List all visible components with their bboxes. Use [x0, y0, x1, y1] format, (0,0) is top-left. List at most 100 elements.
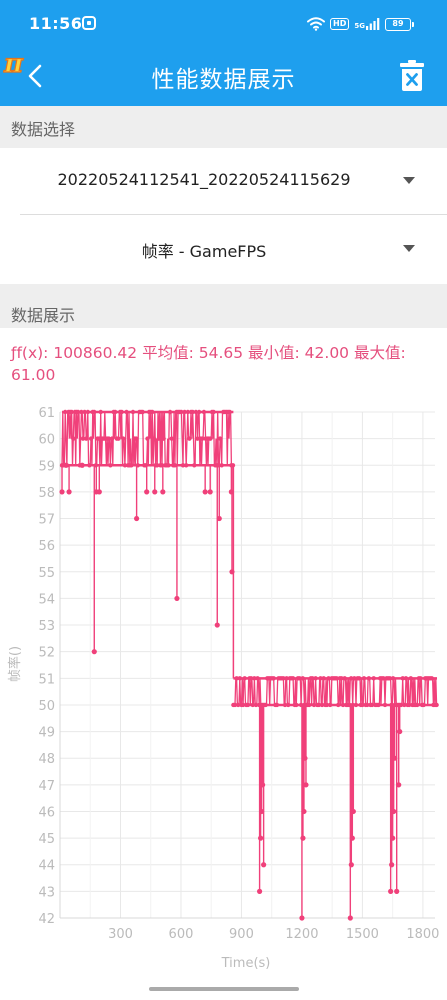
y-tick-label: 51: [38, 672, 55, 687]
file-select-value: 20220524112541_20220524115629: [57, 170, 351, 189]
chart-series: [59, 409, 439, 921]
spike-point: [299, 915, 305, 921]
app-toolbar: π 性能数据展示: [0, 46, 447, 106]
spike-point: [302, 755, 308, 761]
spike-point: [347, 915, 353, 921]
notification-app-icon: [82, 16, 96, 30]
signal-icon: 5G: [354, 18, 380, 30]
chart-axes: 42 43 44 45 46 47 48 49 50 51 52 53 54 55 56 57 58 59 60 61…: [38, 406, 439, 942]
spike-point: [256, 888, 263, 894]
spike-point: [301, 808, 307, 815]
spike-point: [79, 462, 85, 468]
y-tick-label: 42: [38, 912, 55, 927]
battery-icon: 89: [385, 17, 414, 31]
x-tick-label: 600: [169, 927, 194, 942]
spike-point: [349, 835, 355, 841]
y-tick-label: 53: [38, 619, 55, 634]
x-tick-label: 1200: [285, 927, 318, 942]
spike-point: [303, 782, 309, 788]
y-tick-label: 47: [38, 779, 55, 794]
x-tick-label: 900: [229, 927, 254, 942]
spike-point: [160, 489, 166, 495]
y-tick-label: 57: [38, 513, 55, 528]
data-point: [145, 436, 150, 441]
y-tick-label: 45: [38, 832, 55, 847]
wifi-icon: [307, 17, 326, 31]
y-tick-label: 61: [38, 406, 55, 421]
spike-point: [214, 622, 220, 628]
y-tick-label: 46: [38, 805, 55, 820]
y-tick-label: 59: [38, 459, 55, 474]
section-header-data-display: 数据展示: [0, 284, 447, 328]
spike-point: [394, 888, 400, 894]
x-tick-label: 1800: [406, 927, 439, 942]
spike-point: [390, 835, 396, 841]
data-point: [208, 436, 213, 441]
y-tick-label: 60: [38, 433, 55, 448]
spike-point: [59, 489, 65, 495]
data-point: [88, 436, 94, 441]
y-tick-label: 48: [38, 752, 55, 767]
y-tick-label: 49: [38, 726, 55, 741]
home-indicator[interactable]: [149, 987, 299, 991]
spike-point: [63, 462, 69, 468]
y-axis-label: 帧率(): [7, 646, 23, 682]
y-tick-label: 50: [38, 699, 55, 714]
data-point: [187, 436, 192, 441]
data-point: [161, 436, 166, 441]
hd-icon: HD: [330, 18, 350, 30]
spike-point: [397, 728, 403, 735]
spike-point: [91, 649, 97, 655]
y-tick-label: 55: [38, 566, 55, 581]
metric-select-dropdown[interactable]: 帧率 - GameFPS: [0, 216, 447, 282]
file-select-dropdown[interactable]: 20220524112541_20220524115629: [0, 148, 447, 214]
spike-point: [388, 888, 394, 894]
spike-point: [144, 489, 150, 495]
chart-grid: [60, 411, 435, 919]
spike-point: [96, 489, 102, 495]
spike-point: [207, 489, 213, 495]
x-tick-label: 1500: [346, 927, 379, 942]
page-title: 性能数据展示: [151, 67, 296, 93]
spike-point: [389, 862, 395, 868]
spike-point: [260, 782, 266, 788]
spike-point: [396, 782, 402, 788]
spike-point: [152, 489, 158, 495]
data-point: [169, 436, 174, 441]
status-time: 11:56: [29, 14, 83, 33]
x-axis-label: Time(s): [221, 956, 271, 971]
spike-point: [134, 515, 140, 522]
spike-point: [229, 569, 235, 575]
divider: [20, 214, 447, 215]
trash-icon: [400, 60, 424, 91]
y-tick-label: 43: [38, 885, 55, 900]
spike-point: [202, 489, 208, 495]
data-point: [151, 436, 157, 441]
spike-point: [216, 515, 222, 522]
spike-point: [348, 862, 354, 868]
spike-point: [300, 835, 306, 841]
status-bar: 11:56 HD 5G 89: [0, 0, 447, 46]
y-tick-label: 58: [38, 486, 55, 501]
spike-point: [261, 862, 267, 868]
series-band-1: [233, 677, 438, 706]
y-tick-label: 44: [38, 859, 55, 874]
caret-down-icon: [403, 245, 415, 252]
spike-point: [174, 595, 180, 602]
section-header-data-select: 数据选择: [0, 106, 447, 148]
spike-point: [350, 808, 356, 815]
data-point: [84, 436, 89, 441]
data-point: [71, 436, 76, 441]
delete-button[interactable]: [398, 59, 426, 93]
fps-line-chart[interactable]: 42 43 44 45 46 47 48 49 50 51 52 53 54 55 56 57 58 59 60 61…: [0, 390, 447, 980]
network-type: 5G: [354, 22, 365, 30]
spike-point: [66, 489, 72, 495]
data-point: [116, 436, 121, 441]
data-point: [109, 436, 115, 441]
spike-point: [258, 835, 264, 841]
y-tick-label: 54: [38, 592, 55, 607]
app-screen: 11:56 HD 5G 89 π 性能数据展示 数据选择 20220524112…: [0, 0, 447, 1000]
x-tick-label: 300: [108, 927, 133, 942]
data-point: [121, 436, 126, 441]
data-point: [217, 436, 223, 441]
